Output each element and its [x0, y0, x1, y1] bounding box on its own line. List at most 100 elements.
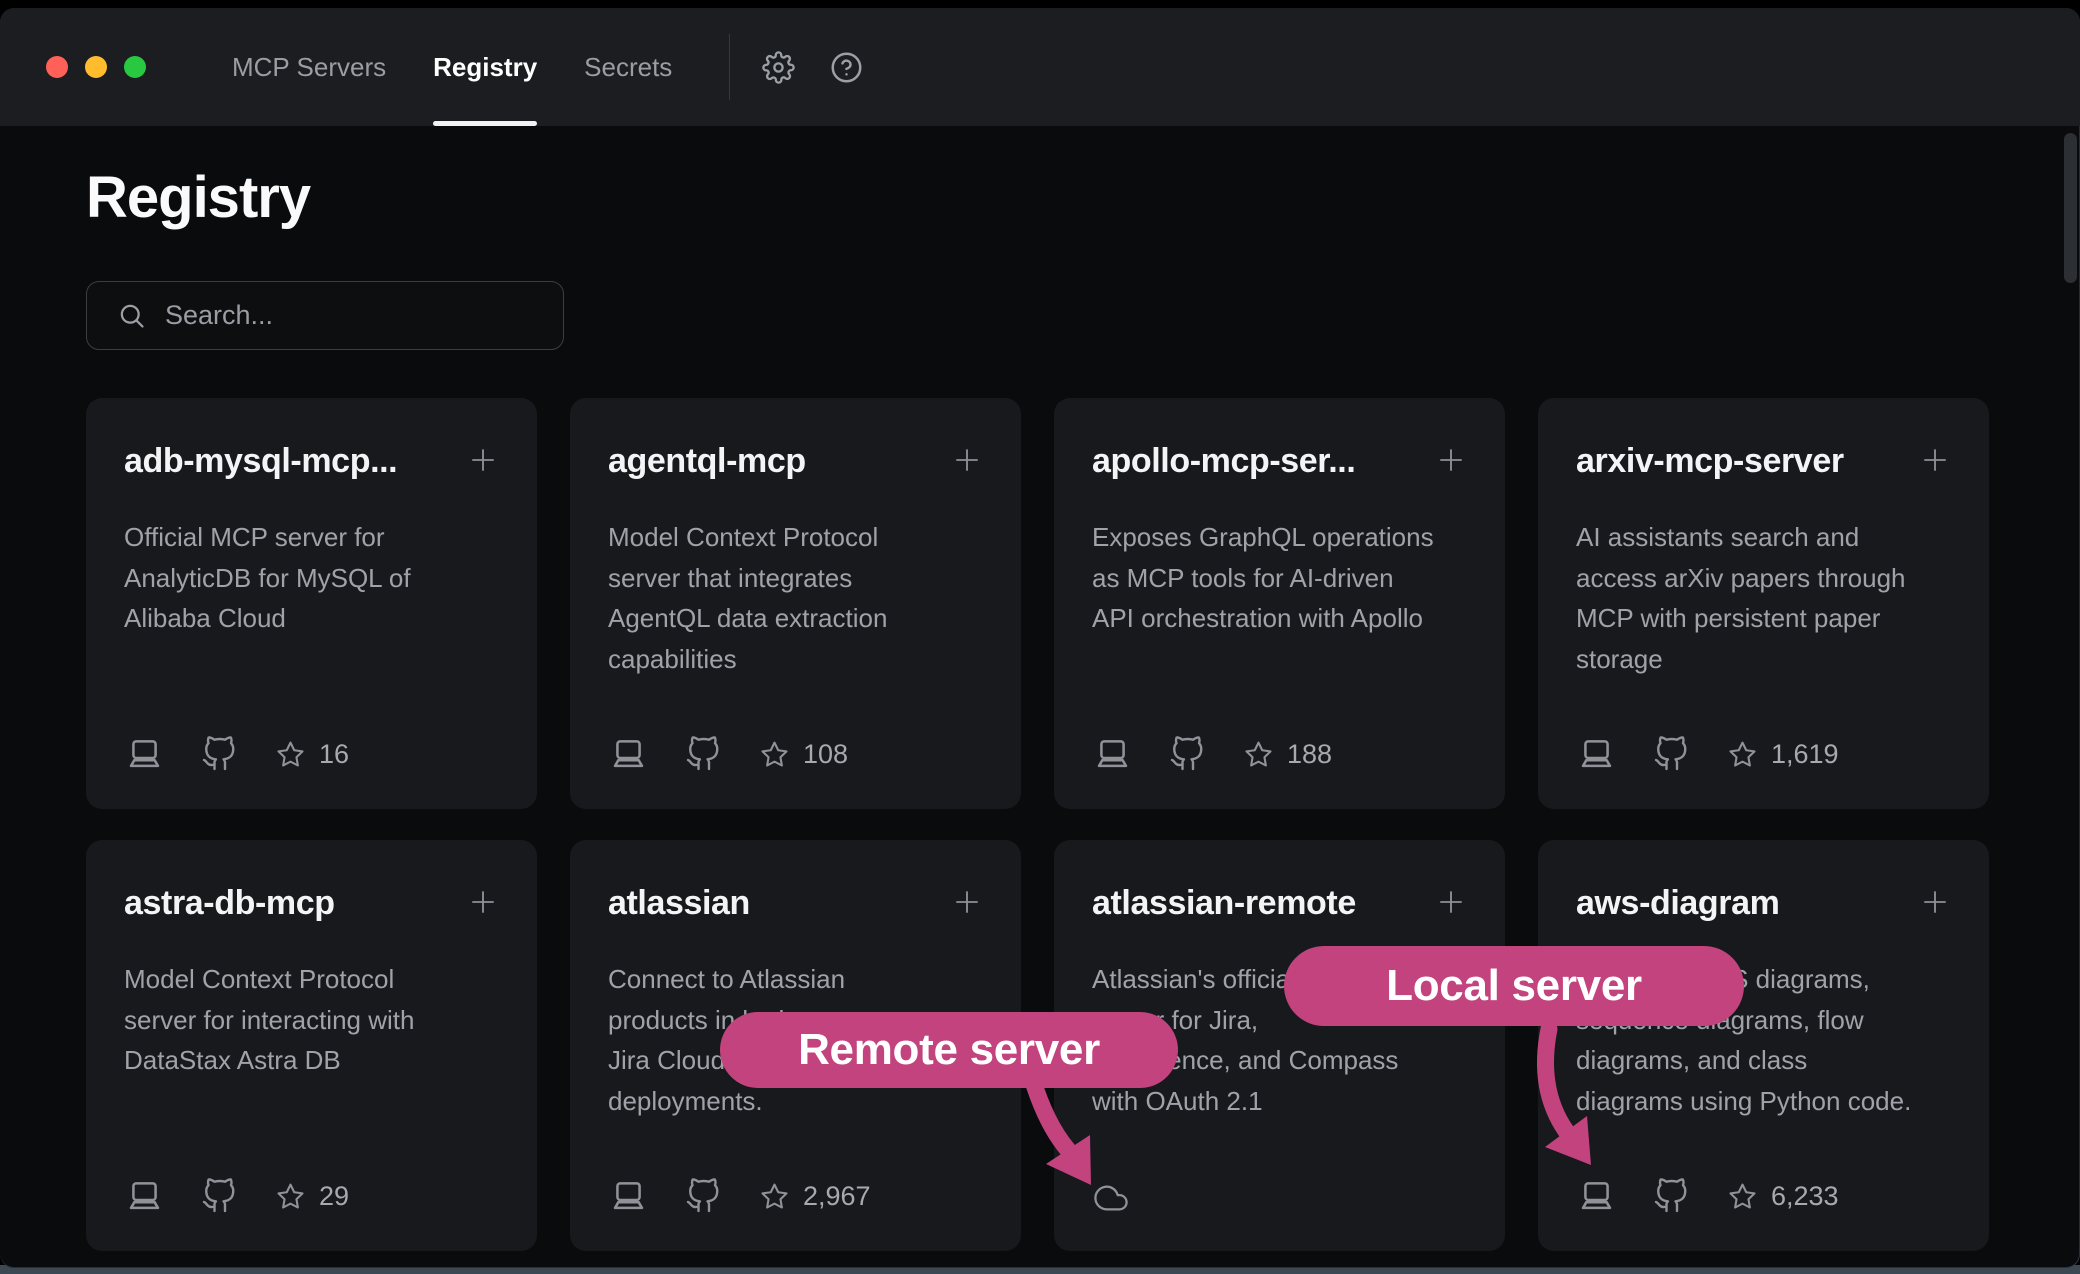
card-footer: 1,619 [1576, 735, 1951, 773]
star-count: 16 [319, 739, 349, 770]
server-card[interactable]: apollo-mcp-ser... Exposes GraphQL operat… [1054, 398, 1505, 809]
github-icon [1653, 1178, 1727, 1214]
traffic-lights [46, 8, 146, 126]
github-icon [685, 1178, 759, 1214]
tab-registry[interactable]: Registry [433, 8, 537, 126]
card-footer: 188 [1092, 735, 1467, 773]
card-footer: 16 [124, 735, 499, 773]
add-server-button[interactable] [951, 444, 983, 476]
card-desc-line: AI assistants search and [1576, 517, 1951, 558]
card-description: Official MCP server forAnalyticDB for My… [124, 517, 499, 639]
card-desc-line: AgentQL data extraction [608, 598, 983, 639]
card-footer: 29 [124, 1177, 499, 1215]
add-server-button[interactable] [467, 444, 499, 476]
scrollbar-thumb[interactable] [2064, 133, 2077, 283]
card-desc-line: Model Context Protocol [124, 959, 499, 1000]
page-title: Registry [86, 166, 310, 230]
card-description: Model Context Protocolserver for interac… [124, 959, 499, 1081]
star-icon [1727, 739, 1771, 770]
card-title: arxiv-mcp-server [1576, 442, 1844, 481]
add-server-button[interactable] [1919, 444, 1951, 476]
add-server-button[interactable] [1919, 886, 1951, 918]
laptop-icon [1576, 735, 1653, 773]
minimize-window-button[interactable] [85, 56, 107, 78]
card-desc-line: Official MCP server for [124, 517, 499, 558]
card-desc-line: diagrams, and class [1576, 1040, 1951, 1081]
star-count: 108 [803, 739, 848, 770]
github-icon [201, 1178, 275, 1214]
card-desc-line: MCP with persistent paper [1576, 598, 1951, 639]
server-card[interactable]: astra-db-mcp Model Context Protocolserve… [86, 840, 537, 1251]
laptop-icon [608, 735, 685, 773]
add-server-button[interactable] [951, 886, 983, 918]
add-server-button[interactable] [1435, 886, 1467, 918]
card-desc-line: AnalyticDB for MySQL of [124, 558, 499, 599]
tab-secrets[interactable]: Secrets [584, 8, 672, 126]
card-footer: 108 [608, 735, 983, 773]
card-desc-line: Exposes GraphQL operations [1092, 517, 1467, 558]
add-server-button[interactable] [1435, 444, 1467, 476]
tab-mcp-servers[interactable]: MCP Servers [232, 8, 386, 126]
star-count: 1,619 [1771, 739, 1839, 770]
star-count: 188 [1287, 739, 1332, 770]
star-icon [759, 1181, 803, 1212]
card-desc-line: server for interacting with [124, 1000, 499, 1041]
card-desc-line: capabilities [608, 639, 983, 680]
github-icon [1653, 736, 1727, 772]
card-title: apollo-mcp-ser... [1092, 442, 1355, 481]
help-icon[interactable] [826, 47, 866, 87]
titlebar-divider [729, 34, 730, 100]
laptop-icon [1576, 1177, 1653, 1215]
card-description: Exposes GraphQL operationsas MCP tools f… [1092, 517, 1467, 639]
card-title: astra-db-mcp [124, 884, 335, 923]
card-desc-line: Connect to Atlassian [608, 959, 983, 1000]
app-window: MCP Servers Registry Secrets Registry [0, 8, 2080, 1268]
server-card[interactable]: arxiv-mcp-server AI assistants search an… [1538, 398, 1989, 809]
card-desc-line: API orchestration with Apollo [1092, 598, 1467, 639]
zoom-window-button[interactable] [124, 56, 146, 78]
card-desc-line: storage [1576, 639, 1951, 680]
card-description: AI assistants search andaccess arXiv pap… [1576, 517, 1951, 679]
card-desc-line: Model Context Protocol [608, 517, 983, 558]
close-window-button[interactable] [46, 56, 68, 78]
star-icon [1243, 739, 1287, 770]
star-icon [759, 739, 803, 770]
card-description: Model Context Protocolserver that integr… [608, 517, 983, 679]
local-server-callout: Local server [1284, 946, 1744, 1026]
github-icon [201, 736, 275, 772]
add-server-button[interactable] [467, 886, 499, 918]
card-title: atlassian [608, 884, 750, 923]
laptop-icon [124, 735, 201, 773]
card-footer: 6,233 [1576, 1177, 1951, 1215]
search-input[interactable] [163, 299, 547, 332]
cloud-icon [1092, 1181, 1130, 1215]
laptop-icon [124, 1177, 201, 1215]
remote-server-callout: Remote server [720, 1012, 1178, 1088]
search-box[interactable] [86, 281, 564, 350]
card-desc-line: Alibaba Cloud [124, 598, 499, 639]
card-desc-line: server that integrates [608, 558, 983, 599]
github-icon [685, 736, 759, 772]
card-footer [1092, 1181, 1467, 1215]
titlebar: MCP Servers Registry Secrets [0, 8, 2080, 126]
card-title: atlassian-remote [1092, 884, 1356, 923]
settings-gear-icon[interactable] [758, 47, 798, 87]
nav-tabs: MCP Servers Registry Secrets [232, 8, 672, 126]
laptop-icon [608, 1177, 685, 1215]
star-icon [275, 739, 319, 770]
star-icon [275, 1181, 319, 1212]
server-card[interactable]: adb-mysql-mcp... Official MCP server for… [86, 398, 537, 809]
registry-page: Registry adb-mysql-mcp... Official MCP s… [0, 126, 2080, 1268]
star-count: 6,233 [1771, 1181, 1839, 1212]
server-card[interactable]: aws-diagram Generate AWS diagrams,sequen… [1538, 840, 1989, 1251]
card-footer: 2,967 [608, 1177, 983, 1215]
laptop-icon [1092, 735, 1169, 773]
card-title: adb-mysql-mcp... [124, 442, 397, 481]
star-count: 2,967 [803, 1181, 871, 1212]
card-grid: adb-mysql-mcp... Official MCP server for… [86, 398, 1989, 1251]
server-card[interactable]: agentql-mcp Model Context Protocolserver… [570, 398, 1021, 809]
card-title: aws-diagram [1576, 884, 1779, 923]
card-desc-line: diagrams using Python code. [1576, 1081, 1951, 1122]
star-count: 29 [319, 1181, 349, 1212]
github-icon [1169, 736, 1243, 772]
